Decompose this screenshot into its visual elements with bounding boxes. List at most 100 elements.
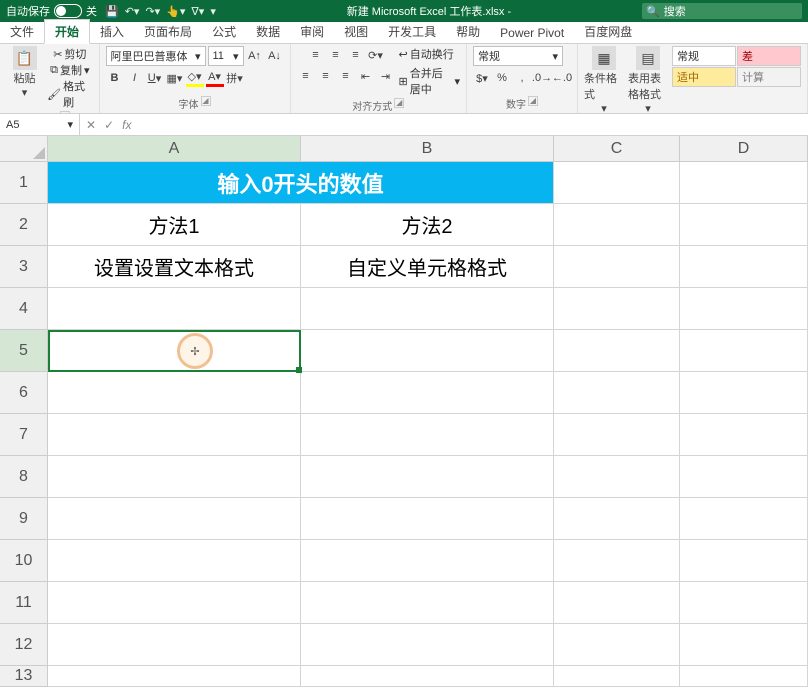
cell-A12[interactable]: [48, 624, 301, 666]
row-header-8[interactable]: 8: [0, 456, 48, 498]
style-good[interactable]: 适中: [672, 67, 736, 87]
tab-view[interactable]: 视图: [334, 20, 378, 43]
cell-A13[interactable]: [48, 666, 301, 687]
merge-center-button[interactable]: ⊞合并后居中▾: [399, 65, 461, 97]
style-normal[interactable]: 常规: [672, 46, 736, 66]
qat-dropdown-icon[interactable]: ▾: [210, 5, 216, 18]
row-header-4[interactable]: 4: [0, 288, 48, 330]
cell-A5[interactable]: [48, 330, 301, 372]
cell-D5[interactable]: [680, 330, 808, 372]
select-all-corner[interactable]: [0, 136, 48, 162]
search-box[interactable]: 🔍 搜索: [642, 3, 802, 19]
cancel-icon[interactable]: ✕: [86, 118, 96, 132]
cell-D6[interactable]: [680, 372, 808, 414]
cell-B7[interactable]: [301, 414, 554, 456]
cell-C7[interactable]: [554, 414, 680, 456]
cell-A10[interactable]: [48, 540, 301, 582]
row-header-13[interactable]: 13: [0, 666, 48, 687]
cell-A9[interactable]: [48, 498, 301, 540]
currency-icon[interactable]: $▾: [473, 69, 491, 87]
cell-B10[interactable]: [301, 540, 554, 582]
tab-baidu[interactable]: 百度网盘: [574, 20, 642, 43]
col-header-D[interactable]: D: [680, 136, 808, 162]
row-header-12[interactable]: 12: [0, 624, 48, 666]
conditional-format-button[interactable]: ▦条件格式▾: [584, 46, 624, 114]
col-header-C[interactable]: C: [554, 136, 680, 162]
cell-D8[interactable]: [680, 456, 808, 498]
cell-B4[interactable]: [301, 288, 554, 330]
cell-C3[interactable]: [554, 246, 680, 288]
filter-icon[interactable]: ∇▾: [191, 5, 204, 18]
cell-B5[interactable]: [301, 330, 554, 372]
cell-B2[interactable]: 方法2: [301, 204, 554, 246]
cell-B8[interactable]: [301, 456, 554, 498]
row-header-1[interactable]: 1: [0, 162, 48, 204]
fx-icon[interactable]: fx: [122, 118, 131, 132]
cell-B6[interactable]: [301, 372, 554, 414]
cell-D9[interactable]: [680, 498, 808, 540]
increase-font-icon[interactable]: A↑: [246, 47, 264, 65]
name-box[interactable]: A5▾: [0, 114, 80, 135]
align-top-icon[interactable]: ≡: [307, 46, 325, 64]
cell-C8[interactable]: [554, 456, 680, 498]
underline-button[interactable]: U▾: [146, 69, 164, 87]
tab-data[interactable]: 数据: [246, 20, 290, 43]
cell-B9[interactable]: [301, 498, 554, 540]
cell-B11[interactable]: [301, 582, 554, 624]
cell-D4[interactable]: [680, 288, 808, 330]
cell-A1B1-merged[interactable]: 输入0开头的数值: [48, 162, 554, 204]
align-left-icon[interactable]: ≡: [297, 67, 315, 85]
tab-review[interactable]: 审阅: [290, 20, 334, 43]
cell-C13[interactable]: [554, 666, 680, 687]
format-as-table-button[interactable]: ▤表用表格格式▾: [628, 46, 668, 114]
touch-icon[interactable]: 👆▾: [166, 5, 185, 18]
align-bottom-icon[interactable]: ≡: [347, 46, 365, 64]
cell-B13[interactable]: [301, 666, 554, 687]
cell-D2[interactable]: [680, 204, 808, 246]
phonetic-button[interactable]: 拼▾: [226, 69, 244, 87]
tab-dev[interactable]: 开发工具: [378, 20, 446, 43]
cell-C6[interactable]: [554, 372, 680, 414]
decrease-decimal-icon[interactable]: ←.0: [553, 69, 571, 87]
save-icon[interactable]: 💾: [105, 5, 119, 18]
copy-button[interactable]: ⧉复制▾: [50, 62, 89, 78]
cell-B12[interactable]: [301, 624, 554, 666]
row-header-9[interactable]: 9: [0, 498, 48, 540]
align-center-icon[interactable]: ≡: [317, 67, 335, 85]
row-header-10[interactable]: 10: [0, 540, 48, 582]
cell-A3[interactable]: 设置设置文本格式: [48, 246, 301, 288]
bold-button[interactable]: B: [106, 69, 124, 87]
cell-C5[interactable]: [554, 330, 680, 372]
formula-input[interactable]: [137, 114, 808, 135]
cell-C10[interactable]: [554, 540, 680, 582]
style-bad[interactable]: 差: [737, 46, 801, 66]
row-header-5[interactable]: 5: [0, 330, 48, 372]
indent-decrease-icon[interactable]: ⇤: [357, 67, 375, 85]
increase-decimal-icon[interactable]: .0→: [533, 69, 551, 87]
comma-icon[interactable]: ,: [513, 69, 531, 87]
undo-icon[interactable]: ↶▾: [125, 5, 140, 18]
number-format-select[interactable]: 常规▾: [473, 46, 563, 66]
col-header-B[interactable]: B: [301, 136, 554, 162]
cell-D11[interactable]: [680, 582, 808, 624]
cell-D1[interactable]: [680, 162, 808, 204]
cell-A6[interactable]: [48, 372, 301, 414]
cell-A8[interactable]: [48, 456, 301, 498]
cell-C4[interactable]: [554, 288, 680, 330]
align-middle-icon[interactable]: ≡: [327, 46, 345, 64]
orientation-icon[interactable]: ⟳▾: [367, 46, 385, 64]
tab-help[interactable]: 帮助: [446, 20, 490, 43]
cell-C2[interactable]: [554, 204, 680, 246]
font-color-button[interactable]: A▾: [206, 69, 224, 87]
cell-styles-gallery[interactable]: 常规 差 适中 计算: [672, 46, 801, 87]
cell-D13[interactable]: [680, 666, 808, 687]
cell-D10[interactable]: [680, 540, 808, 582]
percent-icon[interactable]: %: [493, 69, 511, 87]
tab-insert[interactable]: 插入: [90, 20, 134, 43]
dialog-launcher-icon[interactable]: ◢: [394, 98, 404, 108]
cell-C11[interactable]: [554, 582, 680, 624]
border-button[interactable]: ▦▾: [166, 69, 184, 87]
cell-A4[interactable]: [48, 288, 301, 330]
cell-C1[interactable]: [554, 162, 680, 204]
tab-home[interactable]: 开始: [44, 19, 90, 44]
